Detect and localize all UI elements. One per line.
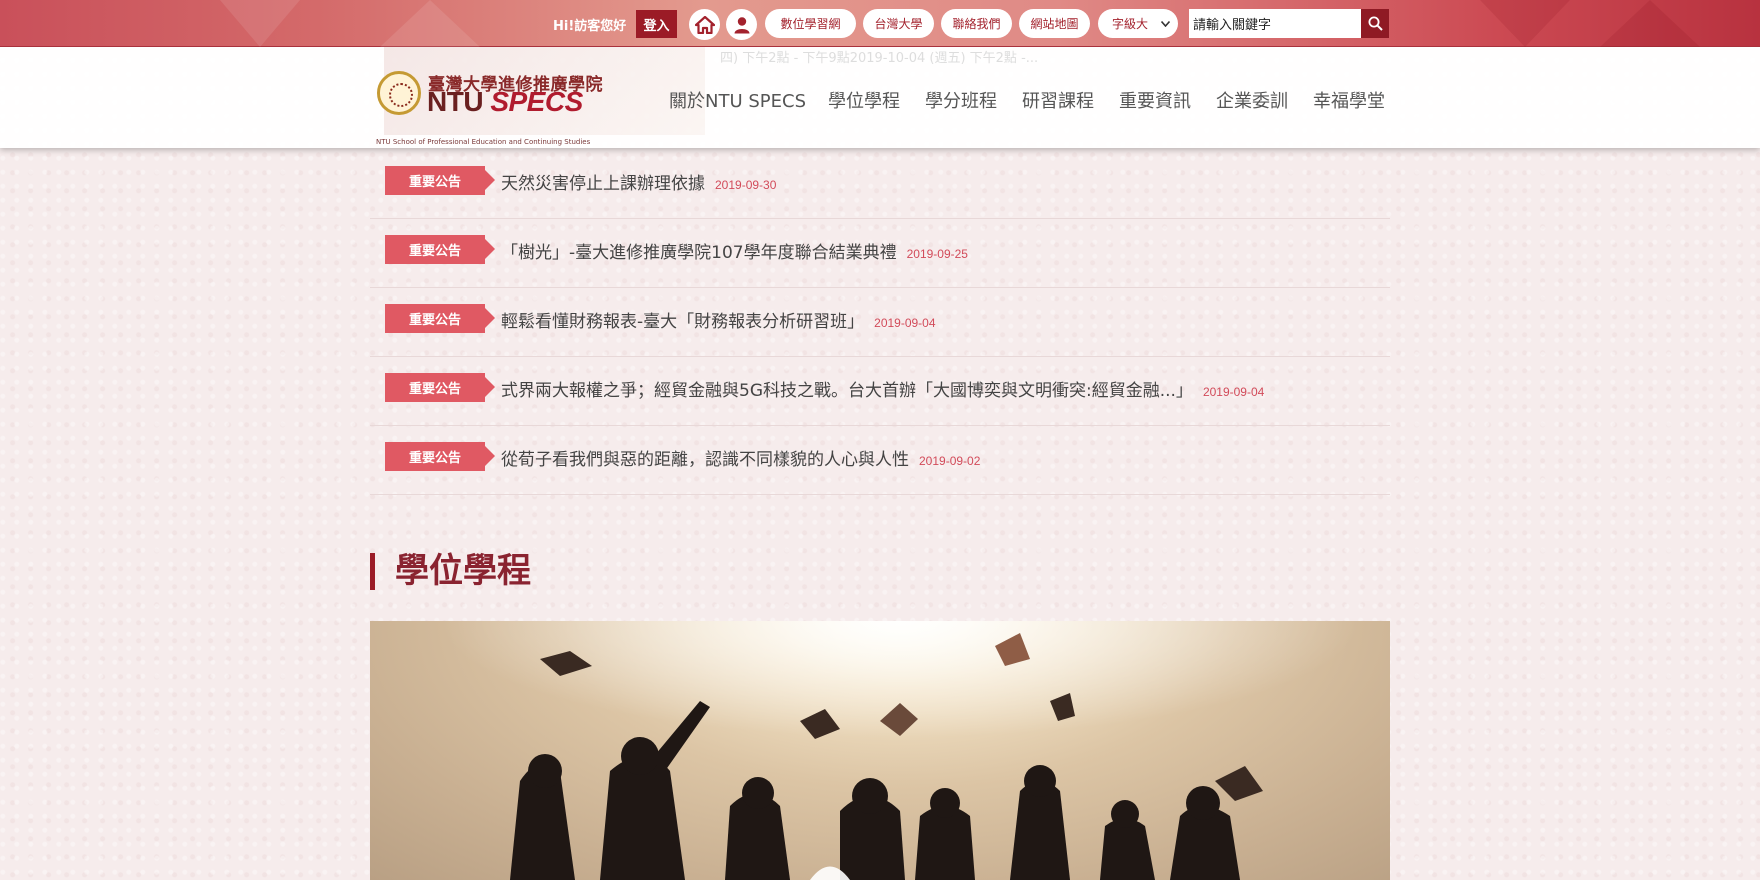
announcement-title: 從荀子看我們與惡的距離，認識不同樣貌的人心與人性 xyxy=(501,450,909,470)
announcement-link[interactable]: 天然災害停止上課辦理依據 2019-09-30 xyxy=(501,169,776,194)
ntu-seal-icon xyxy=(377,71,421,115)
announcement-date: 2019-09-25 xyxy=(906,247,968,261)
nav-credit-programs[interactable]: 學分班程 xyxy=(925,87,997,113)
announcement-tag: 重要公告 xyxy=(385,442,495,471)
nav-workshops[interactable]: 研習課程 xyxy=(1022,87,1094,113)
search-icon xyxy=(1368,16,1383,31)
decor-triangle xyxy=(220,0,300,47)
nav-corporate-training[interactable]: 企業委訓 xyxy=(1216,87,1288,113)
list-item[interactable]: 重要公告 式界兩大報權之爭；經貿金融與5G科技之戰。台大首辦「大國博奕與文明衝突… xyxy=(370,357,1390,426)
nav-important-info[interactable]: 重要資訊 xyxy=(1119,87,1191,113)
announcement-title: 「樹光」-臺大進修推廣學院107學年度聯合結業典禮 xyxy=(501,243,897,263)
announcement-tag: 重要公告 xyxy=(385,166,495,195)
announcement-date: 2019-09-02 xyxy=(919,454,981,468)
link-sitemap[interactable]: 網站地圖 xyxy=(1019,9,1090,38)
list-item[interactable]: 重要公告 「樹光」-臺大進修推廣學院107學年度聯合結業典禮 2019-09-25 xyxy=(370,219,1390,288)
announcement-tag: 重要公告 xyxy=(385,304,495,333)
home-button[interactable] xyxy=(689,9,720,40)
announcement-link[interactable]: 式界兩大報權之爭；經貿金融與5G科技之戰。台大首辦「大國博奕與文明衝突:經貿金融… xyxy=(501,376,1264,401)
list-item[interactable]: 重要公告 從荀子看我們與惡的距離，認識不同樣貌的人心與人性 2019-09-02 xyxy=(370,426,1390,495)
announcement-date: 2019-09-04 xyxy=(1202,385,1265,399)
announcement-link[interactable]: 輕鬆看懂財務報表-臺大「財務報表分析研習班」 2019-09-04 xyxy=(501,307,936,332)
user-icon xyxy=(734,16,749,33)
link-contact[interactable]: 聯絡我們 xyxy=(941,9,1012,38)
logo-subtitle: NTU School of Professional Education and… xyxy=(376,138,591,146)
logo-ntu: NTU xyxy=(427,86,484,117)
search-button[interactable] xyxy=(1361,9,1389,38)
announcement-title: 天然災害停止上課辦理依據 xyxy=(501,174,705,194)
login-button[interactable]: 登入 xyxy=(636,10,677,38)
degree-programs-hero-image[interactable] xyxy=(370,621,1390,880)
announcement-date: 2019-09-04 xyxy=(874,316,936,330)
nav-about[interactable]: 關於NTU SPECS xyxy=(669,87,806,113)
link-ntu[interactable]: 台灣大學 xyxy=(863,9,934,38)
announcement-date: 2019-09-30 xyxy=(715,178,777,192)
nav-happiness-hall[interactable]: 幸福學堂 xyxy=(1313,87,1385,113)
greeting-text: Hi!訪客您好 xyxy=(553,19,627,34)
font-size-select[interactable]: 字級大 xyxy=(1098,9,1178,38)
chevron-down-icon xyxy=(1161,20,1170,27)
faded-event-text: 四) 下午2點 - 下午9點2019-10-04 (週五) 下午2點 -... xyxy=(720,51,1039,66)
decor-triangle xyxy=(380,0,480,47)
announcement-list: 重要公告 天然災害停止上課辦理依據 2019-09-30 重要公告 「樹光」-臺大… xyxy=(370,150,1390,495)
list-item[interactable]: 重要公告 天然災害停止上課辦理依據 2019-09-30 xyxy=(370,150,1390,219)
announcement-link[interactable]: 從荀子看我們與惡的距離，認識不同樣貌的人心與人性 2019-09-02 xyxy=(501,445,980,470)
section-title-degree-programs: 學位學程 xyxy=(370,553,531,590)
announcement-link[interactable]: 「樹光」-臺大進修推廣學院107學年度聯合結業典禮 2019-09-25 xyxy=(501,238,968,263)
search-input[interactable]: 請輸入關鍵字 xyxy=(1189,9,1361,38)
link-elearning[interactable]: 數位學習網 xyxy=(765,9,856,38)
announcement-title: 式界兩大報權之爭；經貿金融與5G科技之戰。台大首辦「大國博奕與文明衝突:經貿金融… xyxy=(501,381,1193,401)
graduates-silhouette-image xyxy=(370,621,1390,880)
site-logo[interactable]: 臺灣大學進修推廣學院 NTU SPECS NTU School of Profe… xyxy=(376,69,603,146)
home-icon xyxy=(694,15,715,34)
decor-triangle xyxy=(1600,0,1700,47)
logo-english-name: NTU SPECS xyxy=(427,86,583,118)
announcement-title: 輕鬆看懂財務報表-臺大「財務報表分析研習班」 xyxy=(501,312,865,332)
nav-degree-programs[interactable]: 學位學程 xyxy=(828,87,900,113)
font-size-label: 字級大 xyxy=(1112,17,1149,31)
logo-specs: SPECS xyxy=(490,86,583,117)
member-button[interactable] xyxy=(726,9,757,40)
top-utility-bar: Hi!訪客您好 登入 數位學習網 台灣大學 聯絡我們 網站地圖 字級大 請輸入關… xyxy=(0,0,1760,47)
list-item[interactable]: 重要公告 輕鬆看懂財務報表-臺大「財務報表分析研習班」 2019-09-04 xyxy=(370,288,1390,357)
announcement-tag: 重要公告 xyxy=(385,373,495,402)
announcement-tag: 重要公告 xyxy=(385,235,495,264)
decor-triangle xyxy=(1480,0,1570,47)
